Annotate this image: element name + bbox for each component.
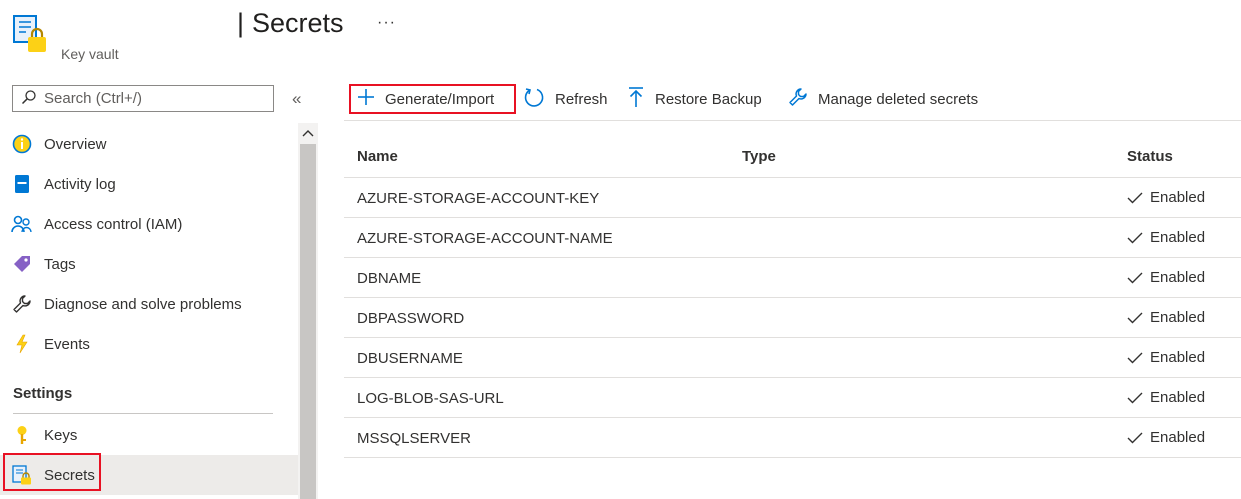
- status-cell: Enabled: [1127, 189, 1205, 206]
- sidebar-item-overview[interactable]: Overview: [0, 124, 298, 164]
- table-row[interactable]: DBUSERNAME Enabled: [344, 338, 1241, 378]
- collapse-sidebar-icon[interactable]: «: [292, 89, 301, 109]
- status-text: Enabled: [1150, 189, 1206, 206]
- status-cell: Enabled: [1127, 309, 1205, 326]
- restore-backup-button[interactable]: Restore Backup: [627, 84, 762, 114]
- secret-name[interactable]: DBPASSWORD: [357, 310, 464, 327]
- status-text: Enabled: [1150, 389, 1206, 406]
- title-separator: |: [237, 8, 245, 38]
- search-input[interactable]: [44, 90, 264, 107]
- refresh-icon: [523, 86, 545, 112]
- status-cell: Enabled: [1127, 389, 1205, 406]
- scroll-up-arrow-icon[interactable]: [298, 123, 318, 143]
- status-text: Enabled: [1150, 309, 1206, 326]
- tag-icon: [11, 253, 33, 275]
- refresh-label: Refresh: [555, 90, 608, 108]
- toolbar-divider: [344, 120, 1241, 121]
- status-text: Enabled: [1150, 349, 1206, 366]
- sidebar-item-keys[interactable]: Keys: [0, 415, 298, 455]
- column-header-status[interactable]: Status: [1127, 148, 1173, 165]
- upload-arrow-icon: [627, 86, 645, 112]
- table-row[interactable]: AZURE-STORAGE-ACCOUNT-NAME Enabled: [344, 218, 1241, 258]
- checkmark-icon: [1127, 432, 1143, 443]
- key-icon: [11, 424, 33, 446]
- wrench-icon: [788, 87, 808, 111]
- plus-icon: [357, 88, 375, 110]
- generate-import-label: Generate/Import: [385, 90, 495, 108]
- secret-name[interactable]: MSSQLSERVER: [357, 430, 471, 447]
- table-row[interactable]: MSSQLSERVER Enabled: [344, 418, 1241, 458]
- status-text: Enabled: [1150, 269, 1206, 286]
- resource-type-label: Key vault: [61, 46, 119, 62]
- status-cell: Enabled: [1127, 349, 1205, 366]
- sidebar-item-label: Activity log: [44, 175, 116, 193]
- sidebar-item-activity-log[interactable]: Activity log: [0, 164, 298, 204]
- search-box[interactable]: [12, 85, 274, 112]
- status-text: Enabled: [1150, 229, 1206, 246]
- sidebar-item-access-control[interactable]: Access control (IAM): [0, 204, 298, 244]
- more-options-icon[interactable]: ···: [377, 14, 396, 32]
- generate-import-button[interactable]: Generate/Import: [349, 84, 516, 114]
- sidebar-item-label: Access control (IAM): [44, 215, 183, 233]
- key-vault-icon: [12, 14, 48, 54]
- secret-name[interactable]: DBNAME: [357, 270, 421, 287]
- status-cell: Enabled: [1127, 269, 1205, 286]
- secret-name[interactable]: AZURE-STORAGE-ACCOUNT-KEY: [357, 190, 599, 207]
- restore-backup-label: Restore Backup: [655, 90, 762, 108]
- access-control-icon: [11, 213, 33, 235]
- sidebar-item-label: Overview: [44, 135, 107, 153]
- status-cell: Enabled: [1127, 229, 1205, 246]
- table-row[interactable]: LOG-BLOB-SAS-URL Enabled: [344, 378, 1241, 418]
- page-title: | Secrets: [237, 8, 344, 39]
- lightning-icon: [11, 333, 33, 355]
- column-header-type[interactable]: Type: [742, 148, 776, 165]
- sidebar-item-diagnose[interactable]: Diagnose and solve problems: [0, 284, 298, 324]
- page-title-text: Secrets: [252, 8, 344, 38]
- refresh-button[interactable]: Refresh: [523, 84, 608, 114]
- table-row[interactable]: DBPASSWORD Enabled: [344, 298, 1241, 338]
- wrench-icon: [11, 293, 33, 315]
- manage-deleted-secrets-label: Manage deleted secrets: [818, 90, 979, 108]
- overview-icon: [11, 133, 33, 155]
- column-header-name[interactable]: Name: [357, 148, 398, 165]
- search-icon: [21, 89, 37, 109]
- sidebar-item-label: Keys: [44, 426, 78, 444]
- section-divider: [13, 413, 273, 414]
- sidebar-item-label: Events: [44, 335, 90, 353]
- checkmark-icon: [1127, 192, 1143, 203]
- settings-section-header: Settings: [13, 385, 73, 402]
- status-cell: Enabled: [1127, 429, 1205, 446]
- sidebar-item-label: Tags: [44, 255, 76, 273]
- secret-name[interactable]: AZURE-STORAGE-ACCOUNT-NAME: [357, 230, 613, 247]
- status-text: Enabled: [1150, 429, 1206, 446]
- activity-log-icon: [11, 173, 33, 195]
- manage-deleted-secrets-button[interactable]: Manage deleted secrets: [788, 84, 978, 114]
- checkmark-icon: [1127, 272, 1143, 283]
- secret-name[interactable]: LOG-BLOB-SAS-URL: [357, 390, 504, 407]
- checkmark-icon: [1127, 352, 1143, 363]
- sidebar-item-events[interactable]: Events: [0, 324, 298, 364]
- sidebar-item-secrets[interactable]: Secrets: [0, 455, 298, 495]
- checkmark-icon: [1127, 392, 1143, 403]
- checkmark-icon: [1127, 312, 1143, 323]
- secret-name[interactable]: DBUSERNAME: [357, 350, 463, 367]
- sidebar-item-label: Secrets: [44, 466, 95, 484]
- checkmark-icon: [1127, 232, 1143, 243]
- sidebar-item-tags[interactable]: Tags: [0, 244, 298, 284]
- sidebar-item-label: Diagnose and solve problems: [44, 295, 242, 313]
- secrets-icon: [11, 464, 33, 486]
- scrollbar-thumb[interactable]: [300, 144, 316, 499]
- table-row[interactable]: DBNAME Enabled: [344, 258, 1241, 298]
- table-row[interactable]: AZURE-STORAGE-ACCOUNT-KEY Enabled: [344, 178, 1241, 218]
